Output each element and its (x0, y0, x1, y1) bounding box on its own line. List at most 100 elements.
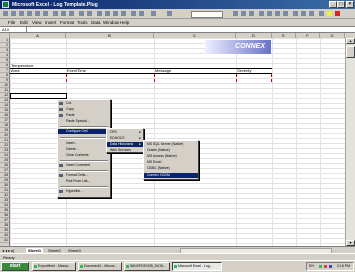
menu-item-insert-comment[interactable]: Insert Comment (58, 163, 110, 168)
paste-icon[interactable] (68, 10, 75, 17)
excel-app-icon (2, 1, 9, 8)
hyperlink-icon (59, 190, 63, 193)
standard-toolbar (0, 9, 355, 19)
submenu-item-msexcel[interactable]: MS Excel (144, 160, 198, 165)
row-headers: 1 2 3 4 5 6 7 8 9 10 11 12 13 14 15 16 17 18 19 20 21 22 23 24 2… (0, 38, 10, 246)
comment-marker (154, 79, 155, 82)
underline-icon[interactable] (248, 10, 255, 17)
menu-item-format-cells[interactable]: Format Cells... (58, 173, 110, 178)
vertical-scrollbar[interactable]: ▴ ▾ (345, 38, 355, 246)
cut-icon[interactable] (52, 10, 59, 17)
minimize-button[interactable]: _ (329, 1, 337, 8)
row-header-41[interactable]: 41 (0, 238, 9, 243)
sort-ascending-icon[interactable] (112, 10, 119, 17)
autosum-icon[interactable] (96, 10, 103, 17)
close-button[interactable]: × (346, 1, 354, 8)
bold-icon[interactable] (232, 10, 239, 17)
taskbar-item-excel[interactable]: Microsoft Excel - Log... (172, 262, 222, 271)
borders-icon[interactable] (318, 10, 325, 17)
language-indicator[interactable]: EN (309, 263, 314, 270)
menu-data[interactable]: Data (91, 20, 101, 25)
scroll-up-icon[interactable]: ▴ (346, 38, 355, 44)
taskbar-item-winxpdevdb[interactable]: WINXPDEVDB_DATA... (124, 262, 170, 271)
menu-edit[interactable]: Edit (20, 20, 28, 25)
print-icon[interactable] (26, 10, 33, 17)
menu-help[interactable]: Help (120, 20, 129, 25)
align-center-icon[interactable] (266, 10, 273, 17)
configure-cell-submenu: OPC ▸ EDHOCS ▸ Data Historians ▸ Web Servic… (106, 128, 144, 153)
comment-marker (236, 74, 237, 77)
restore-button[interactable]: □ (337, 1, 345, 8)
font-box-icon[interactable] (190, 10, 223, 18)
menu-item-paste-special[interactable]: Paste Special... (58, 119, 110, 124)
menu-view[interactable]: View (32, 20, 42, 25)
menu-item-copy[interactable]: Copy (58, 107, 110, 112)
paste-icon (59, 114, 63, 117)
font-color-icon[interactable] (334, 10, 341, 17)
drawing-icon[interactable] (138, 10, 145, 17)
submenu-item-edhocs[interactable]: EDHOCS ▸ (107, 136, 143, 141)
undo-icon[interactable] (78, 10, 85, 17)
save-icon[interactable] (18, 10, 25, 17)
comma-icon[interactable] (308, 10, 315, 17)
menu-item-paste[interactable]: Paste (58, 113, 110, 118)
windows-taskbar: start ExportHeet - Messa... Document1 - … (0, 260, 355, 272)
open-icon[interactable] (10, 10, 17, 17)
menu-item-delete[interactable]: Delete... (58, 147, 110, 152)
menu-tools[interactable]: Tools (77, 20, 88, 25)
scroll-thumb[interactable] (346, 46, 355, 58)
format-cells-icon (59, 174, 63, 177)
fill-color-icon[interactable] (326, 10, 333, 17)
submenu-item-oracle[interactable]: Oracle (Native) (144, 148, 198, 153)
align-left-icon[interactable] (258, 10, 265, 17)
align-right-icon[interactable] (274, 10, 281, 17)
volume-icon[interactable] (329, 265, 332, 268)
chart-wizard-icon[interactable] (130, 10, 137, 17)
comment-icon (59, 164, 63, 167)
start-button[interactable]: start (1, 262, 29, 271)
redo-icon[interactable] (86, 10, 93, 17)
zoom-icon[interactable] (150, 10, 157, 17)
submenu-item-data-historians[interactable]: Data Historians ▸ (107, 142, 143, 147)
menu-item-pick-from-list[interactable]: Pick From List... (58, 179, 110, 184)
tray-app-icon[interactable] (324, 265, 327, 268)
menu-item-configure-cell[interactable]: Configure Cell▸ (58, 129, 110, 134)
taskbar-item-document1[interactable]: Document1 - Micros... (78, 262, 122, 271)
app-icon (126, 265, 129, 268)
submenu-item-msaccess[interactable]: MS Access (Native) (144, 154, 198, 159)
submenu-arrow-icon: ▸ (139, 136, 141, 140)
submenu-item-opc[interactable]: OPC ▸ (107, 130, 143, 135)
menu-window[interactable]: Window (103, 20, 119, 25)
menu-insert[interactable]: Insert (45, 20, 56, 25)
submenu-item-mssql[interactable]: MS SQL Server (Native) (144, 142, 198, 147)
function-icon[interactable] (104, 10, 111, 17)
taskbar-item-export[interactable]: ExportHeet - Messa... (32, 262, 76, 271)
copy-icon[interactable] (60, 10, 67, 17)
cut-icon (59, 102, 63, 105)
connex-banner: CONNEX (205, 40, 271, 54)
menu-item-clear-contents[interactable]: Clear Contents (58, 153, 110, 158)
copy-icon (59, 108, 63, 111)
menu-item-insert[interactable]: Insert... (58, 141, 110, 146)
menu-format[interactable]: Format (60, 20, 74, 25)
sort-descending-icon[interactable] (120, 10, 127, 17)
italic-icon[interactable] (240, 10, 247, 17)
submenu-item-connex-xgdm[interactable]: Connex XGDM (144, 173, 198, 178)
merge-center-icon[interactable] (282, 10, 289, 17)
percent-icon[interactable] (300, 10, 307, 17)
submenu-item-odbc[interactable]: ODBC (Native) (144, 166, 198, 171)
data-historians-submenu: MS SQL Server (Native) Oracle (Native) M… (143, 140, 199, 180)
print-preview-icon[interactable] (34, 10, 41, 17)
currency-icon[interactable] (292, 10, 299, 17)
menu-file[interactable]: File (8, 20, 15, 25)
help-icon[interactable] (166, 10, 173, 17)
new-icon[interactable] (2, 10, 9, 17)
menu-item-hyperlink[interactable]: Hyperlink... (58, 189, 110, 194)
app-icon (174, 265, 177, 268)
submenu-item-web-services[interactable]: Web Services (107, 148, 143, 153)
spelling-icon[interactable] (42, 10, 49, 17)
network-icon[interactable] (319, 265, 322, 268)
menu-item-cut[interactable]: Cut (58, 101, 110, 106)
name-box[interactable]: A10 (1, 27, 27, 32)
comment-marker (154, 74, 155, 77)
